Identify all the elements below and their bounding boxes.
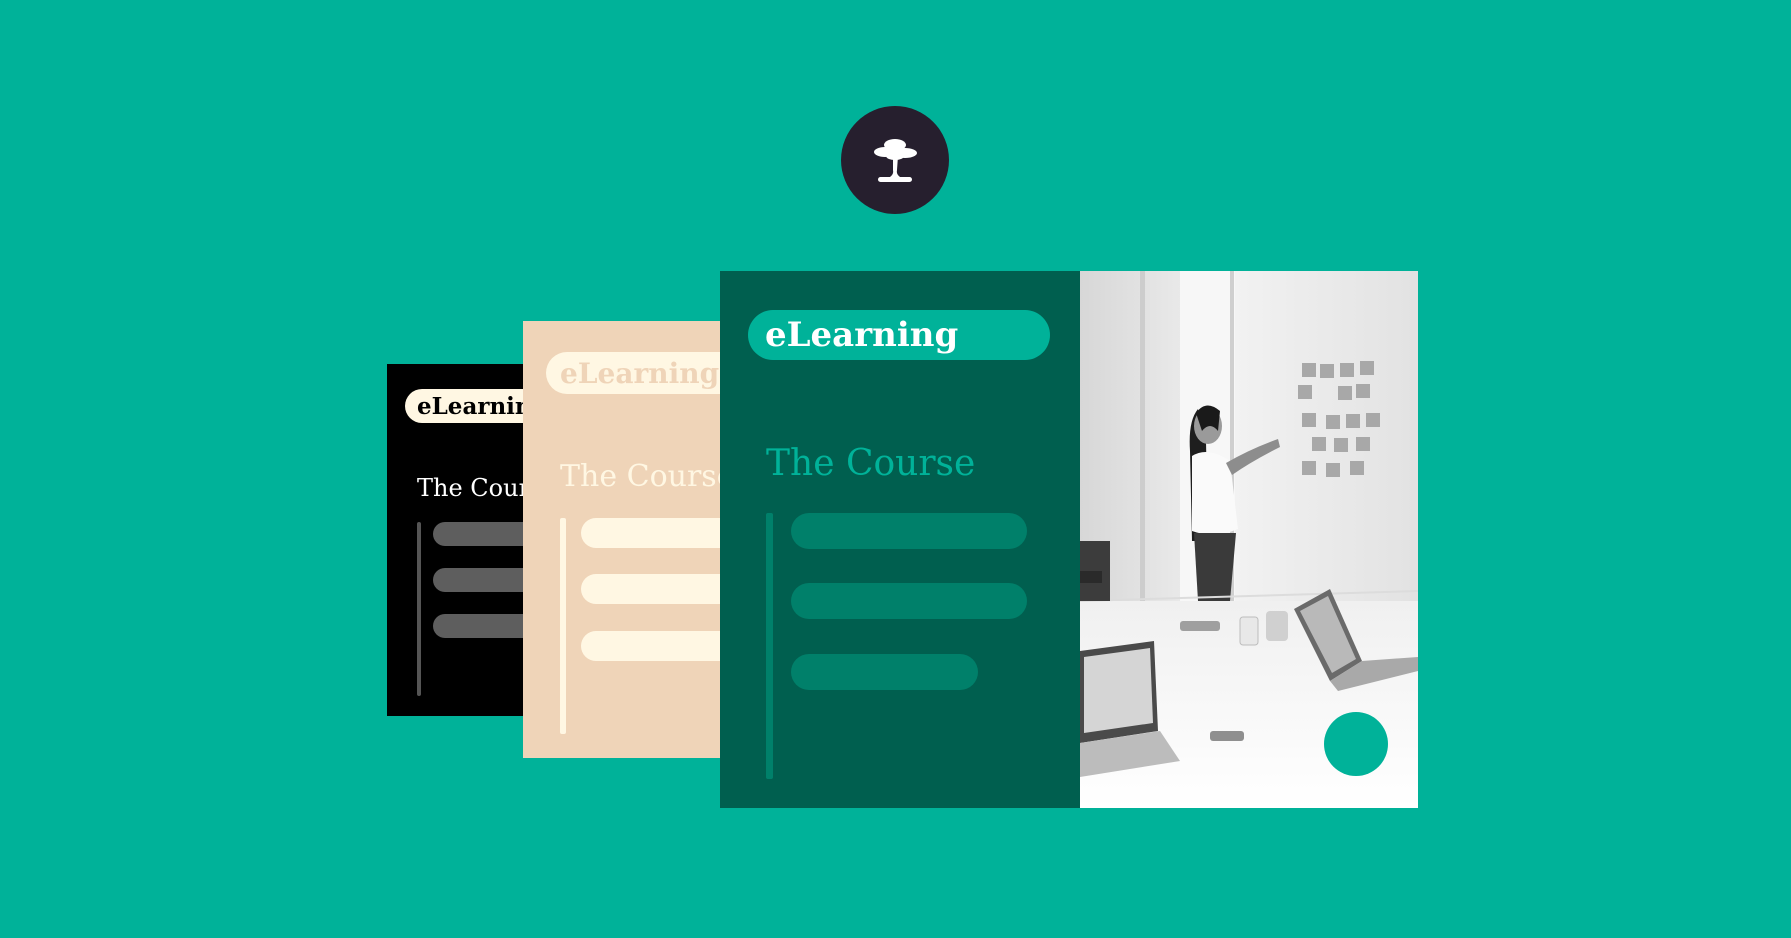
theme-card-black: eLearning The Course — [387, 364, 527, 716]
content-divider — [417, 522, 421, 696]
elearning-pill: eLearning — [405, 389, 527, 423]
accent-dot — [1324, 712, 1388, 776]
elearning-pill: eLearning — [546, 352, 723, 394]
brand-logo — [841, 106, 949, 214]
bonsai-tree-icon — [874, 139, 917, 182]
elearning-pill: eLearning — [748, 310, 1050, 360]
content-line-2 — [791, 583, 1027, 619]
theme-card-green: eLearning The Course — [720, 271, 1080, 808]
content-divider — [766, 513, 773, 779]
course-heading: The Course — [766, 443, 976, 484]
course-heading: The Course — [417, 474, 527, 502]
course-heading: The Course — [560, 459, 723, 494]
theme-card-beige: eLearning The Course — [523, 321, 723, 758]
content-line-1 — [581, 518, 723, 548]
content-line-3 — [791, 654, 978, 690]
content-line-1 — [433, 522, 527, 546]
content-divider — [560, 518, 566, 734]
content-line-2 — [581, 574, 723, 604]
content-line-2 — [433, 568, 527, 592]
content-line-1 — [791, 513, 1027, 549]
content-line-3 — [433, 614, 527, 638]
content-line-3 — [581, 631, 723, 661]
